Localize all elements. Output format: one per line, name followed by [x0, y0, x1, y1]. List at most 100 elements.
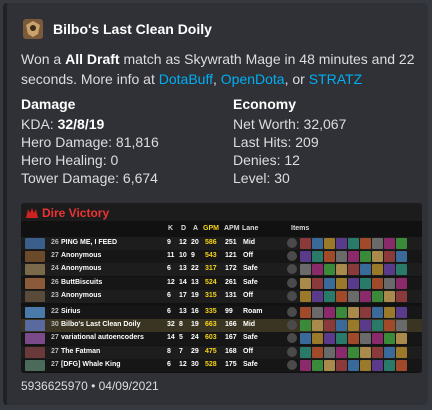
- item-icon: [300, 238, 311, 249]
- player-level: 30: [51, 321, 59, 329]
- item-icon: [372, 251, 383, 263]
- dire-victory-banner: Dire Victory: [25, 206, 109, 220]
- player-apm: 167: [225, 334, 237, 342]
- item-icon: [312, 307, 323, 318]
- item-icon: [384, 290, 395, 302]
- col-items: Items: [291, 225, 310, 232]
- desc-prefix: Won a: [21, 51, 66, 67]
- item-icon: [312, 264, 323, 276]
- item-icon: [360, 359, 371, 371]
- damage-heading: Damage: [21, 96, 76, 112]
- player-apm: 131: [225, 291, 237, 299]
- player-apm: 251: [225, 239, 237, 246]
- denies: Denies: 12: [233, 152, 300, 168]
- player-deaths: 13: [179, 265, 187, 273]
- desc-sep2: , or: [284, 71, 309, 87]
- player-apm: 121: [225, 252, 237, 260]
- item-icon: [348, 290, 359, 302]
- item-icon: [396, 359, 407, 371]
- item-icon: [300, 359, 311, 371]
- item-icon: [336, 359, 347, 371]
- player-row: 26 PING ME, I FEED 9 12 20 586 251 Mid: [21, 237, 422, 250]
- result-text: Dire Victory: [42, 206, 110, 220]
- stratz-link[interactable]: STRATZ: [309, 71, 362, 87]
- item-icon: [360, 307, 371, 318]
- player-deaths: 13: [179, 308, 187, 315]
- item-icon: [384, 238, 395, 249]
- player-level: 27: [51, 347, 59, 355]
- item-icon: [300, 320, 311, 332]
- item-icon: [348, 264, 359, 276]
- player-gpm: 603: [205, 334, 217, 342]
- player-apm: 175: [225, 360, 237, 368]
- item-icon: [348, 251, 359, 263]
- player-deaths: 5: [179, 334, 183, 342]
- player-deaths: 17: [179, 291, 187, 299]
- item-icon: [312, 320, 323, 332]
- dire-logo-icon: [26, 208, 38, 218]
- item-icon: [300, 346, 311, 358]
- player-items: [287, 333, 408, 345]
- player-level: 27: [51, 252, 59, 260]
- kda-value: 32/8/19: [57, 116, 105, 132]
- match-description: Won a All Draft match as Skywrath Mage i…: [21, 49, 421, 89]
- item-icon: [360, 333, 371, 345]
- item-icon: [372, 333, 383, 345]
- hero-portrait: [25, 290, 45, 302]
- hero-portrait: [25, 251, 45, 263]
- item-icon: [336, 264, 347, 276]
- hero-portrait: [25, 346, 45, 358]
- item-icon: [396, 290, 407, 302]
- player-gpm: 528: [205, 360, 217, 368]
- player-items: [287, 320, 408, 332]
- item-icon: [360, 277, 371, 289]
- hero-portrait: [25, 264, 45, 276]
- neutral-item-icon: [287, 320, 297, 331]
- opendota-link[interactable]: OpenDota: [221, 71, 285, 87]
- item-icon: [384, 264, 395, 276]
- kda-label: KDA:: [21, 116, 58, 132]
- player-assists: 16: [191, 308, 199, 315]
- item-icon: [348, 359, 359, 371]
- player-level: 26: [51, 278, 59, 286]
- item-icon: [300, 307, 311, 318]
- item-icon: [300, 264, 311, 276]
- player-lane: Roam: [243, 308, 263, 315]
- item-icon: [312, 359, 323, 371]
- item-icon: [384, 333, 395, 345]
- scoreboard-image[interactable]: Dire Victory K D A GPM APM Lane Items 26…: [21, 203, 422, 373]
- player-items: [287, 277, 408, 289]
- level: Level: 30: [233, 170, 290, 186]
- economy-heading: Economy: [233, 96, 297, 112]
- author-name[interactable]: Bilbo's Last Clean Doily: [53, 21, 212, 37]
- item-icon: [348, 307, 359, 318]
- item-icon: [396, 277, 407, 289]
- player-name: The Fatman: [61, 347, 101, 355]
- player-items: [287, 346, 408, 358]
- player-lane: Safe: [243, 334, 258, 342]
- item-icon: [360, 264, 371, 276]
- player-lane: Mid: [243, 239, 256, 246]
- player-row: 26 ButtBiscuits 12 14 13 524 261 Safe: [21, 276, 422, 290]
- col-d: D: [181, 225, 187, 232]
- player-items: [287, 290, 408, 302]
- player-items: [287, 251, 408, 263]
- dotabuff-link[interactable]: DotaBuff: [159, 71, 213, 87]
- item-icon: [324, 290, 335, 302]
- neutral-item-icon: [287, 333, 297, 344]
- match-embed: Bilbo's Last Clean Doily Won a All Draft…: [3, 3, 428, 405]
- item-icon: [396, 346, 407, 358]
- player-row: 23 Anonymous 6 17 19 315 131 Off: [21, 289, 422, 303]
- item-icon: [372, 359, 383, 371]
- col-apm: APM: [224, 225, 240, 232]
- player-assists: 19: [191, 291, 199, 299]
- item-icon: [384, 307, 395, 318]
- player-assists: 29: [191, 347, 199, 355]
- hero-damage: Hero Damage: 81,816: [21, 134, 159, 150]
- hero-healing: Hero Healing: 0: [21, 152, 119, 168]
- item-icon: [372, 320, 383, 332]
- neutral-item-icon: [287, 277, 297, 288]
- player-assists: 22: [191, 265, 199, 273]
- neutral-item-icon: [287, 238, 297, 248]
- player-lane: Safe: [243, 265, 258, 273]
